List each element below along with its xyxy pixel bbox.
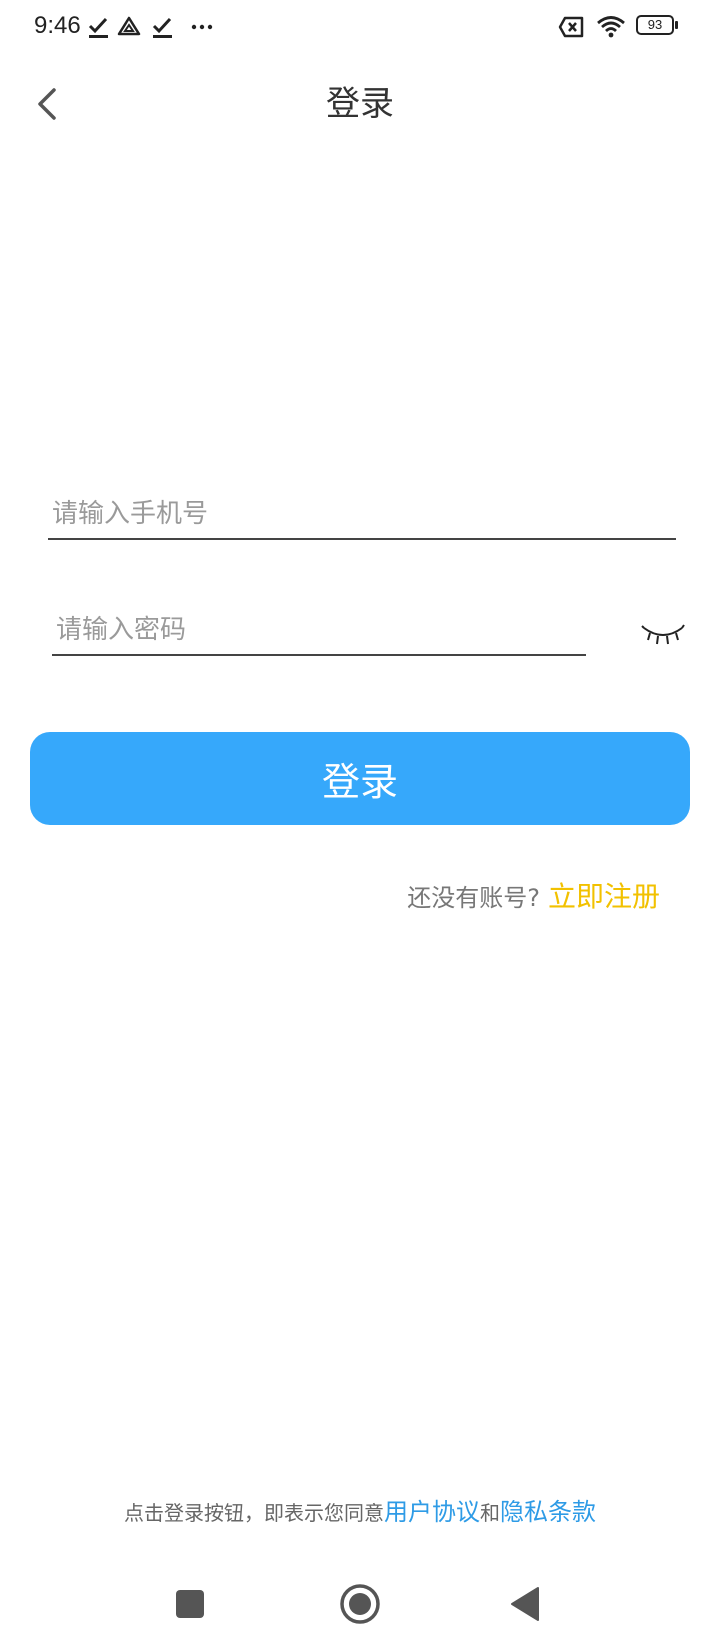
triangle-back-icon [511,1587,539,1621]
password-input[interactable] [52,606,586,656]
nav-back-button[interactable] [502,1580,550,1628]
agreement-conjunction: 和 [480,1501,500,1525]
register-prompt: 还没有账号? [407,884,540,912]
battery-icon: 93 [636,15,680,37]
page-title: 登录 [326,84,394,124]
password-visibility-toggle[interactable] [640,618,686,648]
register-link[interactable]: 立即注册 [548,880,660,913]
square-recents-icon [176,1590,204,1618]
circle-home-icon [340,1584,380,1624]
register-row: 还没有账号? 立即注册 [407,877,660,918]
check-download-icon [150,14,176,40]
agreement-text: 点击登录按钮，即表示您同意用户协议和隐私条款 [0,1494,720,1531]
eye-closed-icon [641,624,685,645]
sim-error-icon [558,14,586,40]
status-bar: 9:46 93 [0,0,720,56]
agreement-prefix: 点击登录按钮，即表示您同意 [124,1501,384,1525]
recents-button[interactable] [166,1580,214,1628]
wifi-icon [596,14,626,40]
status-time: 9:46 [34,12,81,39]
privacy-policy-link[interactable]: 隐私条款 [500,1498,596,1526]
phone-input[interactable] [48,490,676,540]
battery-level: 93 [636,15,674,35]
user-agreement-link[interactable]: 用户协议 [384,1498,480,1526]
check-download-icon [86,14,112,40]
drive-icon [116,14,142,40]
login-button[interactable]: 登录 [30,732,690,825]
battery-tip [675,21,678,29]
more-dots-icon [190,14,216,40]
home-button[interactable] [336,1580,384,1628]
